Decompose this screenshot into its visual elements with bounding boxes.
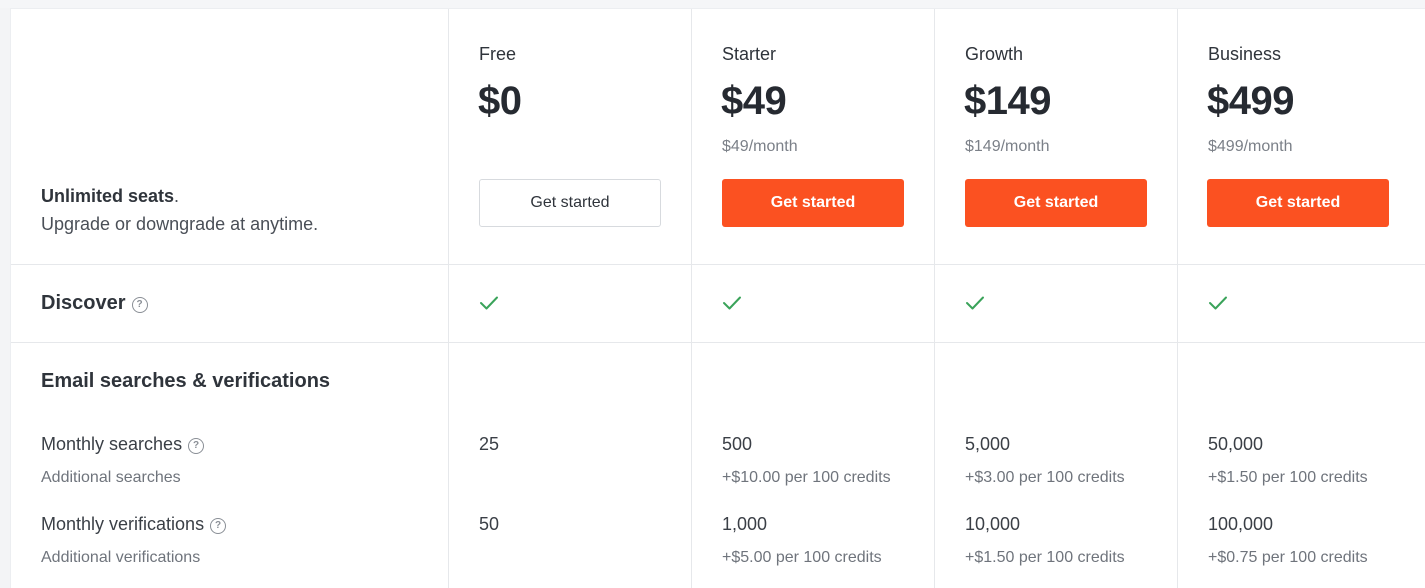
- plan-monthly-starter: $49/month: [722, 138, 798, 155]
- plan-name-free: Free: [479, 44, 517, 64]
- discover-label: Discover: [41, 292, 126, 314]
- additional-verifications-label: Additional verifications: [41, 549, 201, 566]
- searches-extra-growth: +$3.00 per 100 credits: [965, 469, 1125, 486]
- searches-extra-business: +$1.50 per 100 credits: [1208, 469, 1368, 486]
- column-divider: [1177, 9, 1178, 588]
- check-icon: [723, 296, 741, 310]
- verifications-value-business: 100,000: [1208, 514, 1274, 534]
- row-divider: [11, 264, 1425, 265]
- plan-name-starter: Starter: [722, 44, 777, 64]
- plan-monthly-growth: $149/month: [965, 138, 1050, 155]
- additional-searches-label: Additional searches: [41, 469, 181, 486]
- help-icon[interactable]: ?: [131, 296, 148, 313]
- intro-heading: Unlimited seats.: [41, 186, 179, 207]
- help-icon[interactable]: ?: [210, 517, 227, 534]
- searches-value-business: 50,000: [1208, 434, 1264, 454]
- page-top-strip: [0, 0, 1425, 8]
- plan-price-growth: $149: [964, 79, 1051, 123]
- searches-extra-starter: +$10.00 per 100 credits: [722, 469, 891, 486]
- check-icon: [966, 296, 984, 310]
- verifications-extra-growth: +$1.50 per 100 credits: [965, 549, 1125, 566]
- monthly-verifications-row-label: Monthly verifications?: [41, 514, 227, 535]
- get-started-button-business[interactable]: Get started: [1207, 179, 1389, 227]
- searches-value-starter: 500: [722, 434, 753, 454]
- get-started-button-starter[interactable]: Get started: [722, 179, 904, 227]
- discover-row-label: Discover?: [41, 292, 148, 315]
- monthly-searches-label: Monthly searches: [41, 434, 183, 454]
- row-divider: [11, 342, 1425, 343]
- get-started-button-growth[interactable]: Get started: [965, 179, 1147, 227]
- check-icon: [480, 296, 498, 310]
- check-icon: [1209, 296, 1227, 310]
- plan-monthly-business: $499/month: [1208, 138, 1293, 155]
- plan-price-business: $499: [1207, 79, 1294, 123]
- section-title-email: Email searches & verifications: [41, 370, 331, 392]
- column-divider: [934, 9, 935, 588]
- intro-period: .: [174, 186, 180, 206]
- verifications-extra-starter: +$5.00 per 100 credits: [722, 549, 882, 566]
- monthly-verifications-label: Monthly verifications: [41, 514, 205, 534]
- searches-value-growth: 5,000: [965, 434, 1011, 454]
- help-icon[interactable]: ?: [188, 437, 205, 454]
- verifications-value-growth: 10,000: [965, 514, 1021, 534]
- pricing-table: Unlimited seats. Upgrade or downgrade at…: [10, 8, 1425, 588]
- searches-value-free: 25: [479, 434, 500, 454]
- verifications-extra-business: +$0.75 per 100 credits: [1208, 549, 1368, 566]
- verifications-value-free: 50: [479, 514, 500, 534]
- column-divider: [691, 9, 692, 588]
- plan-name-growth: Growth: [965, 44, 1024, 64]
- column-divider: [448, 9, 449, 588]
- get-started-button-free[interactable]: Get started: [479, 179, 661, 227]
- verifications-value-starter: 1,000: [722, 514, 768, 534]
- plan-name-business: Business: [1208, 44, 1282, 64]
- intro-bold-text: Unlimited seats: [41, 186, 175, 206]
- monthly-searches-row-label: Monthly searches?: [41, 434, 205, 455]
- plan-price-starter: $49: [721, 79, 787, 123]
- plan-price-free: $0: [478, 79, 522, 123]
- intro-subtext: Upgrade or downgrade at anytime.: [41, 214, 319, 234]
